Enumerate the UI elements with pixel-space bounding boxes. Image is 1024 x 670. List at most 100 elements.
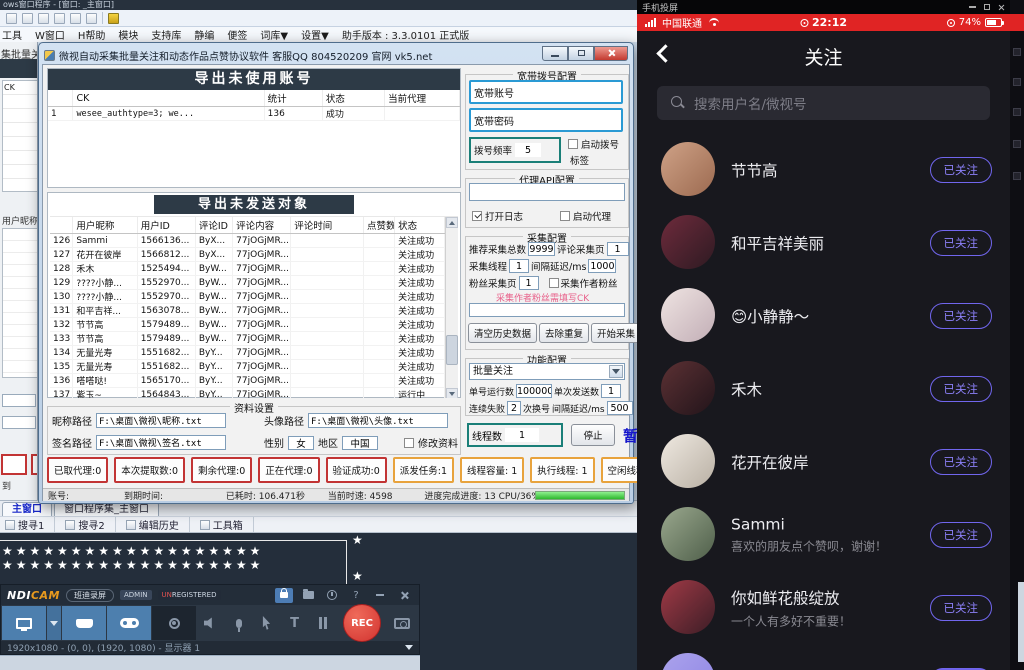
- avatar[interactable]: [661, 288, 715, 342]
- avatar[interactable]: [661, 434, 715, 488]
- avatar[interactable]: [661, 507, 715, 561]
- microphone-icon[interactable]: [225, 606, 252, 640]
- open-log-checkbox[interactable]: [472, 211, 482, 221]
- collect-ck-input[interactable]: [469, 303, 625, 317]
- table-row[interactable]: 134无量光寿1551682...ByY...77jOGjMR...关注成功: [50, 346, 445, 360]
- scrollbar-thumb[interactable]: [446, 335, 458, 365]
- close-icon[interactable]: [998, 4, 1005, 11]
- column-header[interactable]: CK: [73, 90, 264, 107]
- game-record-mode-button[interactable]: [107, 606, 151, 640]
- table-row[interactable]: 135无量光寿1551682...ByY...77jOGjMR...关注成功: [50, 360, 445, 374]
- column-header[interactable]: 用户ID: [137, 217, 195, 234]
- counter-red-3[interactable]: 正在代理:0: [258, 457, 319, 483]
- menu-item-3[interactable]: 模块: [118, 27, 138, 42]
- partial-scrollbar[interactable]: [1018, 582, 1024, 662]
- region-input[interactable]: [342, 436, 378, 450]
- screen-record-mode-button[interactable]: [2, 606, 46, 640]
- toolbar-icon[interactable]: [22, 13, 33, 24]
- collect-thread-input[interactable]: [509, 259, 529, 273]
- dial-freq-input[interactable]: [515, 143, 541, 157]
- maximize-button[interactable]: [568, 46, 594, 61]
- followed-button[interactable]: 已关注: [930, 595, 993, 621]
- scroll-up-icon[interactable]: [446, 217, 458, 228]
- counter-orange-1[interactable]: 线程容量: 1: [460, 457, 524, 483]
- followed-button[interactable]: 已关注: [930, 303, 993, 329]
- collect-total-input[interactable]: [528, 242, 555, 256]
- column-header[interactable]: [50, 217, 73, 234]
- table-row[interactable]: 136嗒嗒哒!1565170...ByY...77jOGjMR...关注成功: [50, 374, 445, 388]
- search-input[interactable]: 搜索用户名/微视号: [657, 86, 990, 120]
- menu-item-0[interactable]: 工具: [2, 27, 22, 42]
- folder-icon[interactable]: [299, 588, 317, 603]
- pause-icon[interactable]: [309, 606, 336, 640]
- maximize-icon[interactable]: [984, 4, 990, 10]
- followed-button[interactable]: 已关注: [930, 376, 993, 402]
- counter-orange-0[interactable]: 派发任务:1: [393, 457, 454, 483]
- toolbar-icon[interactable]: [70, 13, 81, 24]
- gender-input[interactable]: [288, 436, 314, 450]
- counter-red-2[interactable]: 剩余代理:0: [191, 457, 252, 483]
- broadband-password-input[interactable]: [517, 115, 607, 126]
- table-row[interactable]: 132节节高1579489...ByW...77jOGjMR...关注成功: [50, 318, 445, 332]
- avatar[interactable]: [661, 215, 715, 269]
- webcam-button[interactable]: [152, 606, 196, 640]
- vertical-scrollbar[interactable]: [445, 217, 458, 398]
- table-row[interactable]: 131和平吉祥...1563078...ByW...77jOGjMR...关注成…: [50, 304, 445, 318]
- counter-red-0[interactable]: 已取代理:0: [47, 457, 108, 483]
- feature-delay-input[interactable]: [607, 401, 633, 415]
- text-overlay-icon[interactable]: T: [281, 606, 308, 640]
- collect-delay-input[interactable]: [588, 259, 616, 273]
- unused-accounts-table[interactable]: CK统计状态当前代理1wesee_authtype=3; we...136成功: [48, 90, 460, 121]
- avatar[interactable]: [661, 653, 715, 670]
- avatar[interactable]: [661, 142, 715, 196]
- ide-tool-2[interactable]: 编辑历史: [126, 517, 190, 532]
- table-row[interactable]: 126Sammi1566136...ByX...77jOGjMR...关注成功: [50, 234, 445, 248]
- table-row[interactable]: 133节节高1579489...ByW...77jOGjMR...关注成功: [50, 332, 445, 346]
- fans-page-input[interactable]: [519, 276, 539, 290]
- phone-titlebar[interactable]: 手机投屏: [637, 0, 1010, 14]
- table-row[interactable]: 129????小静...1552970...ByW...77jOGjMR...关…: [50, 276, 445, 290]
- nick-path-input[interactable]: [96, 413, 226, 428]
- targets-table[interactable]: 用户昵称用户ID评论ID评论内容评论时间点赞数状态126Sammi1566136…: [50, 217, 445, 398]
- minimize-button[interactable]: [542, 46, 568, 61]
- clock-icon[interactable]: [323, 588, 341, 603]
- scroll-down-icon[interactable]: [446, 388, 458, 398]
- toolbar-icon[interactable]: [38, 13, 49, 24]
- toolbar-icon[interactable]: [54, 13, 65, 24]
- help-icon[interactable]: ?: [347, 588, 365, 603]
- avatar[interactable]: [661, 580, 715, 634]
- followed-button[interactable]: 已关注: [930, 449, 993, 475]
- clear-history-button[interactable]: 清空历史数据: [468, 323, 537, 343]
- menu-item-4[interactable]: 支持库: [151, 27, 181, 42]
- avatar-path-input[interactable]: [308, 413, 448, 428]
- close-button[interactable]: [594, 46, 628, 61]
- modify-profile-checkbox[interactable]: [404, 438, 414, 448]
- ide-tool-1[interactable]: 搜寻2: [65, 517, 115, 532]
- app-titlebar[interactable]: 微视自动采集批量关注和动态作品点赞协议软件 客服QQ 804520209 官网 …: [42, 46, 630, 64]
- close-icon[interactable]: [395, 588, 413, 603]
- find-binoculars-icon[interactable]: [108, 13, 119, 24]
- counter-red-4[interactable]: 验证成功:0: [326, 457, 387, 483]
- menu-item-2[interactable]: H帮助: [78, 27, 106, 42]
- author-fans-checkbox[interactable]: [549, 278, 559, 288]
- column-header[interactable]: 评论ID: [195, 217, 232, 234]
- column-header[interactable]: 用户昵称: [73, 217, 137, 234]
- followed-button[interactable]: 已关注: [930, 157, 993, 183]
- ide-tab-0[interactable]: 主窗口: [2, 502, 52, 516]
- dedup-button[interactable]: 去除重复: [539, 323, 589, 343]
- lock-icon[interactable]: [275, 588, 293, 603]
- thread-count-input[interactable]: [505, 428, 539, 442]
- followed-button[interactable]: 已关注: [930, 522, 993, 548]
- column-header[interactable]: 评论内容: [233, 217, 291, 234]
- ide-tab-1[interactable]: 窗口程序集_主窗口: [54, 502, 159, 516]
- enable-proxy-checkbox[interactable]: [560, 211, 570, 221]
- followed-button[interactable]: 已关注: [930, 230, 993, 256]
- table-row[interactable]: 128禾木1525494...ByW...77jOGjMR...关注成功: [50, 262, 445, 276]
- fail-count-input[interactable]: [507, 401, 521, 415]
- speaker-icon[interactable]: [197, 606, 224, 640]
- toolbar-icon[interactable]: [86, 13, 97, 24]
- table-row[interactable]: 127花开在彼岸1566812...ByX...77jOGjMR...关注成功: [50, 248, 445, 262]
- table-row[interactable]: 1wesee_authtype=3; we...136成功: [48, 107, 460, 121]
- counter-red-1[interactable]: 本次提取数:0: [114, 457, 185, 483]
- mouse-click-icon[interactable]: [253, 606, 280, 640]
